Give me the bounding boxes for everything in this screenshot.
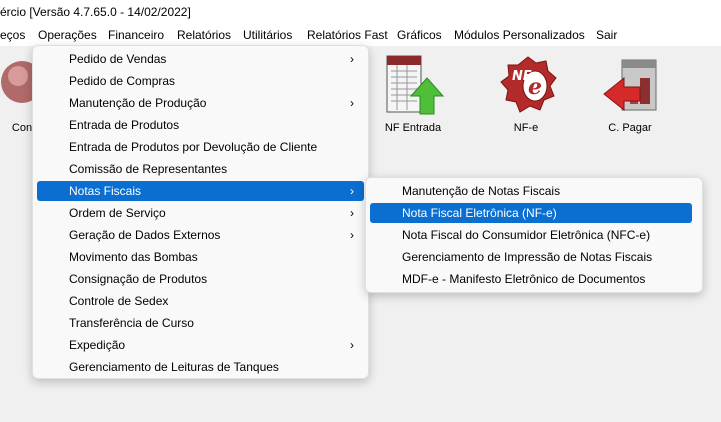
menu-item-geracao-dados-externos[interactable]: Geração de Dados Externos › (37, 225, 364, 245)
menu-item-comissao-representantes[interactable]: Comissão de Representantes (37, 159, 364, 179)
menu-modulos-personalizados[interactable]: Módulos Personalizados (454, 28, 585, 42)
menu-item-entrada-de-produtos[interactable]: Entrada de Produtos (37, 115, 364, 135)
menu-item-notas-fiscais[interactable]: Notas Fiscais › (37, 181, 364, 201)
notas-fiscais-submenu: Manutenção de Notas Fiscais Nota Fiscal … (365, 177, 703, 293)
menu-financeiro[interactable]: Financeiro (108, 28, 164, 42)
menu-graficos[interactable]: Gráficos (397, 28, 442, 42)
nf-entrada-icon (386, 55, 445, 115)
menu-item-transferencia-de-curso[interactable]: Transferência de Curso (37, 313, 364, 333)
toolbar-label-nf-entrada: NF Entrada (384, 122, 442, 134)
menu-item-controle-de-sedex[interactable]: Controle de Sedex (37, 291, 364, 311)
menu-operacoes[interactable]: Operações (38, 28, 97, 42)
menu-utilitarios[interactable]: Utilitários (243, 28, 292, 42)
chevron-right-icon: › (350, 52, 354, 66)
c-pagar-icon (603, 59, 657, 112)
chevron-right-icon: › (350, 184, 354, 198)
nfe-logo-icon: e NF (500, 56, 557, 113)
chevron-right-icon: › (350, 228, 354, 242)
menu-relatorios-fast[interactable]: Relatórios Fast (307, 28, 388, 42)
menu-item-ordem-de-servico[interactable]: Ordem de Serviço › (37, 203, 364, 223)
window-title: ércio [Versão 4.7.65.0 - 14/02/2022] (0, 5, 191, 19)
toolbar-label-c-pagar: C. Pagar (608, 122, 652, 134)
operacoes-dropdown-menu: Pedido de Vendas › Pedido de Compras Manu… (32, 45, 369, 379)
menu-servicos[interactable]: eços (0, 28, 25, 42)
menu-item-pedido-de-vendas[interactable]: Pedido de Vendas › (37, 49, 364, 69)
submenu-item-gerenciamento-impressao[interactable]: Gerenciamento de Impressão de Notas Fisc… (370, 247, 698, 267)
menu-relatorios[interactable]: Relatórios (177, 28, 231, 42)
chevron-right-icon: › (350, 96, 354, 110)
menu-item-expedicao[interactable]: Expedição › (37, 335, 364, 355)
menu-sair[interactable]: Sair (596, 28, 617, 42)
nfe-logo-text: NF (512, 69, 532, 84)
submenu-item-mdfe[interactable]: MDF-e - Manifesto Eletrônico de Document… (370, 269, 698, 289)
submenu-item-nfe[interactable]: Nota Fiscal Eletrônica (NF-e) (370, 203, 692, 223)
menu-item-pedido-de-compras[interactable]: Pedido de Compras (37, 71, 364, 91)
submenu-item-manutencao-notas-fiscais[interactable]: Manutenção de Notas Fiscais (370, 181, 698, 201)
menu-bar: eços Operações Financeiro Relatórios Uti… (0, 24, 721, 46)
menu-item-entrada-devolucao-cliente[interactable]: Entrada de Produtos por Devolução de Cli… (37, 137, 364, 157)
title-bar: ércio [Versão 4.7.65.0 - 14/02/2022] (0, 0, 721, 24)
toolbar-label-nfe: NF-e (513, 122, 539, 134)
menu-item-leituras-de-tanques[interactable]: Gerenciamento de Leituras de Tanques (37, 357, 364, 377)
chevron-right-icon: › (350, 206, 354, 220)
menu-item-consignacao-produtos[interactable]: Consignação de Produtos (37, 269, 364, 289)
chevron-right-icon: › (350, 338, 354, 352)
submenu-item-nfce[interactable]: Nota Fiscal do Consumidor Eletrônica (NF… (370, 225, 698, 245)
menu-item-manutencao-de-producao[interactable]: Manutenção de Produção › (37, 93, 364, 113)
menu-item-movimento-das-bombas[interactable]: Movimento das Bombas (37, 247, 364, 267)
